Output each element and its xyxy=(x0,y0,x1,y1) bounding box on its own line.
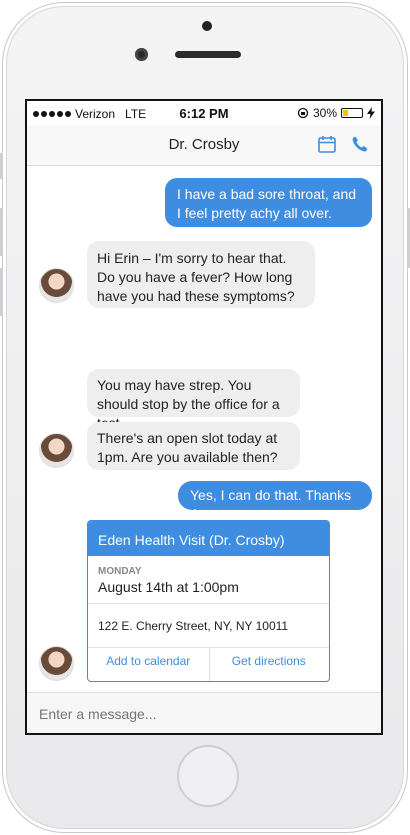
message-bubble-incoming: Hi Erin – I'm sorry to hear that. Do you… xyxy=(87,241,315,308)
battery-percent: 30% xyxy=(312,106,337,120)
message-composer xyxy=(27,692,381,733)
add-to-calendar-button[interactable]: Add to calendar xyxy=(88,654,209,668)
volume-down-button xyxy=(0,268,3,316)
volume-up-button xyxy=(0,208,3,256)
nav-bar: Dr. Crosby xyxy=(27,125,381,166)
front-camera xyxy=(135,48,148,61)
screen: Verizon LTE 6:12 PM 30% Dr. Crosby I hav… xyxy=(25,99,383,735)
appointment-title: Eden Health Visit (Dr. Crosby) xyxy=(88,521,329,556)
mute-switch xyxy=(0,153,3,179)
status-right: 30% xyxy=(297,106,375,120)
appointment-address: 122 E. Cherry Street, NY, NY 10011 xyxy=(98,619,289,633)
calendar-icon[interactable] xyxy=(317,134,337,154)
earpiece-speaker xyxy=(175,51,241,58)
battery-icon xyxy=(341,108,363,118)
charging-bolt-icon xyxy=(367,107,375,119)
phone-icon[interactable] xyxy=(351,135,369,153)
home-button[interactable] xyxy=(177,745,239,807)
appointment-day: MONDAY xyxy=(98,566,142,577)
message-bubble-outgoing: Yes, I can do that. Thanks :) xyxy=(178,481,372,522)
appointment-card: Eden Health Visit (Dr. Crosby) MONDAY Au… xyxy=(87,520,330,682)
message-bubble-outgoing: I have a bad sore throat, and I feel pre… xyxy=(165,178,372,227)
divider xyxy=(88,603,329,604)
appointment-datetime: August 14th at 1:00pm xyxy=(98,579,239,595)
message-bubble-incoming: You may have strep. You should stop by t… xyxy=(87,369,300,431)
doctor-avatar xyxy=(39,433,74,468)
message-input[interactable] xyxy=(37,703,371,725)
status-bar: Verizon LTE 6:12 PM 30% xyxy=(27,101,381,125)
doctor-avatar xyxy=(39,268,74,303)
sensor-dot xyxy=(202,21,212,31)
message-bubble-incoming: There's an open slot today at 1pm. Are y… xyxy=(87,422,300,470)
doctor-avatar xyxy=(39,646,74,681)
get-directions-button[interactable]: Get directions xyxy=(209,654,330,668)
rotation-lock-icon xyxy=(297,107,309,119)
